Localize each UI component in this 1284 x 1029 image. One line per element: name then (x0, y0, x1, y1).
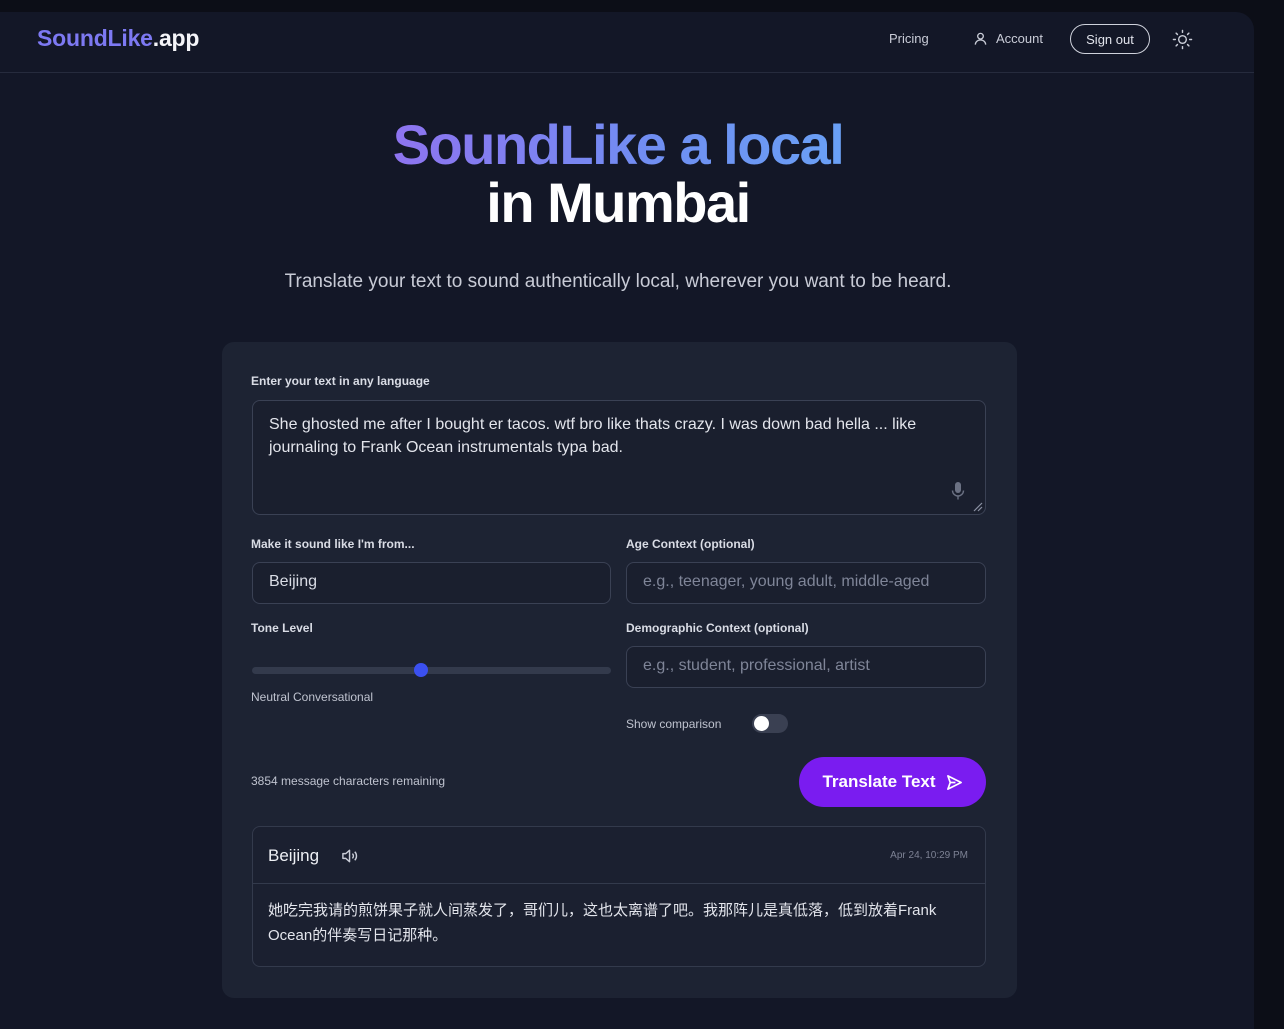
resize-handle-icon[interactable] (971, 500, 983, 512)
navbar: SoundLike.app Pricing Account Sign out (0, 12, 1254, 73)
user-icon (974, 32, 987, 45)
toggle-knob (754, 716, 769, 731)
account-label: Account (996, 31, 1043, 46)
send-icon (946, 774, 962, 790)
characters-remaining: 3854 message characters remaining (251, 774, 446, 788)
demographic-context-input[interactable]: e.g., student, professional, artist (626, 646, 986, 688)
microphone-icon[interactable] (951, 482, 965, 500)
age-context-placeholder: e.g., teenager, young adult, middle-aged (643, 573, 930, 590)
tone-level-label: Tone Level (251, 621, 313, 635)
demographic-context-placeholder: e.g., student, professional, artist (643, 657, 870, 674)
translation-result-card: Beijing Apr 24, 10:29 PM 她吃完我请的煎饼果子就人间蒸发… (252, 826, 986, 967)
speaker-icon[interactable] (341, 848, 360, 864)
translator-card: Enter your text in any language She ghos… (222, 342, 1017, 998)
nav-pricing-link[interactable]: Pricing (889, 31, 929, 46)
logo-brand: SoundLike (37, 25, 153, 51)
tone-slider-track[interactable] (252, 667, 611, 674)
age-context-input[interactable]: e.g., teenager, young adult, middle-aged (626, 562, 986, 604)
age-context-label: Age Context (optional) (626, 537, 755, 551)
hero-title-line2: in Mumbai (486, 171, 751, 234)
logo[interactable]: SoundLike.app (37, 25, 199, 52)
result-timestamp: Apr 24, 10:29 PM (890, 850, 968, 861)
show-comparison-toggle[interactable] (752, 714, 788, 733)
translate-button[interactable]: Translate Text (799, 757, 986, 807)
show-comparison-label: Show comparison (626, 717, 722, 731)
hero-subtitle: Translate your text to sound authentical… (284, 271, 952, 292)
text-input-label: Enter your text in any language (251, 374, 430, 388)
result-text: 她吃完我请的煎饼果子就人间蒸发了，哥们儿，这也太离谱了吧。我那阵儿是真低落，低到… (268, 902, 937, 944)
app-window: SoundLike.app Pricing Account Sign out S… (0, 12, 1254, 1029)
nav-account-link[interactable]: Account (973, 31, 1043, 46)
demographic-context-label: Demographic Context (optional) (626, 621, 809, 635)
hero-title: SoundLike a local in Mumbai (0, 116, 1236, 232)
hero-title-line1: SoundLike a local (392, 113, 845, 176)
location-input-value: Beijing (269, 573, 318, 590)
logo-tld: .app (152, 25, 200, 51)
location-label: Make it sound like I'm from... (251, 537, 415, 551)
sun-icon[interactable] (1172, 29, 1193, 50)
text-input-value: She ghosted me after I bought er tacos. … (269, 416, 917, 456)
sign-out-button[interactable]: Sign out (1070, 24, 1150, 54)
text-input[interactable]: She ghosted me after I bought er tacos. … (252, 400, 986, 515)
result-city: Beijing (268, 846, 320, 865)
tone-slider-thumb[interactable] (413, 663, 428, 677)
tone-level-value: Neutral Conversational (251, 690, 374, 704)
translate-button-label: Translate Text (822, 772, 936, 791)
result-header: Beijing Apr 24, 10:29 PM (253, 827, 985, 884)
location-input[interactable]: Beijing (252, 562, 611, 604)
